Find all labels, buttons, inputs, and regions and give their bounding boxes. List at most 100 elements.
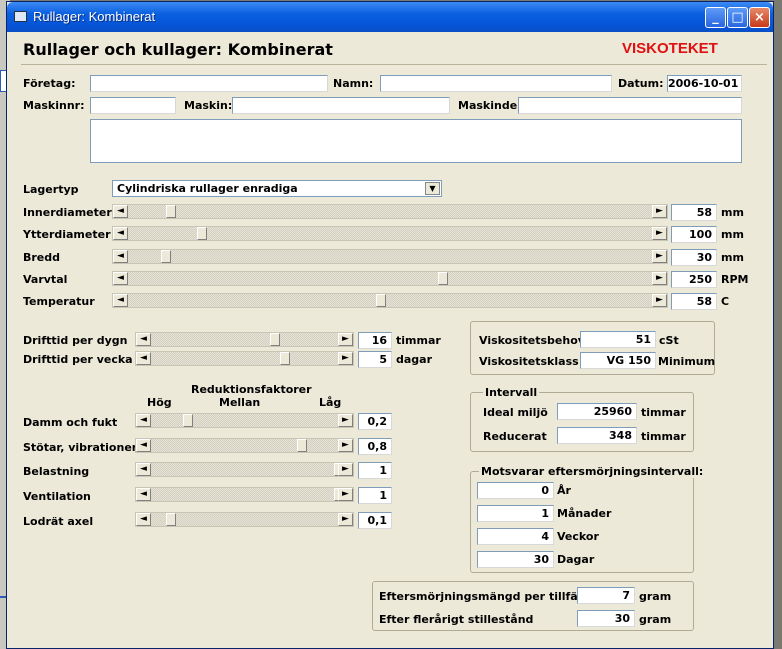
slider-thumb[interactable] — [166, 513, 176, 526]
param-value-field[interactable]: 58 — [671, 204, 717, 221]
reduction-slider[interactable]: ◄ ► — [135, 462, 354, 477]
viscosity-class-field[interactable]: VG 150 — [580, 352, 656, 369]
param-unit: RPM — [721, 273, 749, 286]
machine-field[interactable] — [232, 97, 450, 114]
date-field[interactable]: 2006-10-01 — [667, 75, 742, 92]
scroll-left-icon[interactable]: ◄ — [136, 513, 151, 526]
scroll-left-icon[interactable]: ◄ — [113, 227, 128, 240]
scroll-left-icon[interactable]: ◄ — [136, 488, 151, 501]
equivalent-value-field[interactable]: 4 — [477, 528, 554, 545]
reduction-slider[interactable]: ◄ ► — [135, 438, 354, 453]
standstill-field[interactable]: 30 — [577, 610, 635, 627]
standstill-unit: gram — [639, 613, 672, 626]
scroll-left-icon[interactable]: ◄ — [113, 294, 128, 307]
viscosity-need-field[interactable]: 51 — [580, 331, 656, 348]
reduction-value-field[interactable]: 1 — [358, 487, 392, 504]
scroll-right-icon[interactable]: ► — [652, 294, 667, 307]
operation-value-field[interactable]: 5 — [358, 351, 392, 368]
scroll-right-icon[interactable]: ► — [652, 250, 667, 263]
form-icon — [14, 11, 27, 22]
title-bar[interactable]: Rullager: Kombinerat _ □ × — [7, 2, 773, 32]
reduction-label: Stötar, vibrationer — [23, 441, 138, 454]
param-value-field[interactable]: 30 — [671, 249, 717, 266]
scroll-right-icon[interactable]: ► — [338, 488, 353, 501]
slider-thumb[interactable] — [183, 414, 193, 427]
slider-thumb[interactable] — [297, 439, 307, 452]
machine-no-label: Maskinnr: — [23, 99, 85, 112]
scroll-left-icon[interactable]: ◄ — [113, 250, 128, 263]
reduction-value-field[interactable]: 1 — [358, 462, 392, 479]
viscosity-need-unit: cSt — [659, 334, 679, 347]
scroll-right-icon[interactable]: ► — [338, 439, 353, 452]
slider-thumb[interactable] — [166, 205, 176, 218]
slider-thumb[interactable] — [438, 272, 448, 285]
company-field[interactable] — [90, 75, 328, 92]
regrease-amount-label: Eftersmörjningsmängd per tillfälle — [379, 590, 593, 603]
close-icon[interactable]: × — [749, 7, 770, 28]
operation-value-field[interactable]: 16 — [358, 332, 392, 349]
equivalent-unit: Dagar — [557, 553, 595, 566]
bearing-type-select[interactable]: Cylindriska rullager enradiga ▼ — [112, 180, 442, 197]
viscosity-class-note: Minimum — [658, 355, 716, 368]
scroll-right-icon[interactable]: ► — [652, 272, 667, 285]
name-field[interactable] — [380, 75, 612, 92]
reduction-value-field[interactable]: 0,8 — [358, 438, 392, 455]
scroll-left-icon[interactable]: ◄ — [113, 205, 128, 218]
equivalent-value-field[interactable]: 30 — [477, 551, 554, 568]
operation-unit: timmar — [396, 334, 441, 347]
equivalent-value-field[interactable]: 1 — [477, 505, 554, 522]
reduction-value-field[interactable]: 0,2 — [358, 413, 392, 430]
machine-no-field[interactable] — [90, 97, 176, 114]
ideal-field[interactable]: 25960 — [557, 403, 637, 420]
notes-field[interactable] — [90, 119, 742, 163]
param-slider[interactable]: ◄ ► — [112, 249, 668, 264]
reduction-slider[interactable]: ◄ ► — [135, 487, 354, 502]
scroll-right-icon[interactable]: ► — [338, 352, 353, 365]
operation-slider[interactable]: ◄ ► — [135, 351, 354, 366]
bearing-type-value: Cylindriska rullager enradiga — [117, 182, 298, 195]
param-slider[interactable]: ◄ ► — [112, 271, 668, 286]
scroll-left-icon[interactable]: ◄ — [136, 414, 151, 427]
regrease-amount-field[interactable]: 7 — [577, 587, 635, 604]
maximize-icon[interactable]: □ — [727, 7, 748, 28]
scroll-right-icon[interactable]: ► — [338, 333, 353, 346]
scroll-right-icon[interactable]: ► — [652, 205, 667, 218]
operation-slider[interactable]: ◄ ► — [135, 332, 354, 347]
reduction-label: Lodrät axel — [23, 515, 94, 528]
param-unit: mm — [721, 228, 744, 241]
scroll-right-icon[interactable]: ► — [338, 513, 353, 526]
reduction-value-field[interactable]: 0,1 — [358, 512, 392, 529]
viscosity-need-label: Viskositetsbehov — [479, 334, 585, 347]
param-value-field[interactable]: 250 — [671, 271, 717, 288]
equivalent-value-field[interactable]: 0 — [477, 482, 554, 499]
param-value-field[interactable]: 58 — [671, 293, 717, 310]
param-value-field[interactable]: 100 — [671, 226, 717, 243]
slider-thumb[interactable] — [270, 333, 280, 346]
scroll-left-icon[interactable]: ◄ — [136, 463, 151, 476]
slider-thumb[interactable] — [197, 227, 207, 240]
standstill-label: Efter flerårigt stillestånd — [379, 613, 534, 626]
reduction-slider[interactable]: ◄ ► — [135, 413, 354, 428]
minimize-icon[interactable]: _ — [705, 7, 726, 28]
reduction-slider[interactable]: ◄ ► — [135, 512, 354, 527]
scroll-left-icon[interactable]: ◄ — [136, 352, 151, 365]
reduction-label: Damm och fukt — [23, 416, 118, 429]
scroll-right-icon[interactable]: ► — [652, 227, 667, 240]
param-slider[interactable]: ◄ ► — [112, 293, 668, 308]
param-slider[interactable]: ◄ ► — [112, 204, 668, 219]
scroll-right-icon[interactable]: ► — [338, 463, 353, 476]
scroll-left-icon[interactable]: ◄ — [136, 333, 151, 346]
dropdown-arrow-icon[interactable]: ▼ — [425, 182, 440, 195]
page-title: Rullager och kullager: Kombinerat — [23, 40, 333, 59]
form-window: Rullager: Kombinerat _ □ × Rullager och … — [6, 1, 774, 649]
machine-part-field[interactable] — [518, 97, 742, 114]
slider-thumb[interactable] — [280, 352, 290, 365]
slider-thumb[interactable] — [376, 294, 386, 307]
reduced-field[interactable]: 348 — [557, 427, 637, 444]
param-slider[interactable]: ◄ ► — [112, 226, 668, 241]
scroll-right-icon[interactable]: ► — [338, 414, 353, 427]
scroll-left-icon[interactable]: ◄ — [113, 272, 128, 285]
param-label: Innerdiameter — [23, 206, 112, 219]
slider-thumb[interactable] — [161, 250, 171, 263]
scroll-left-icon[interactable]: ◄ — [136, 439, 151, 452]
